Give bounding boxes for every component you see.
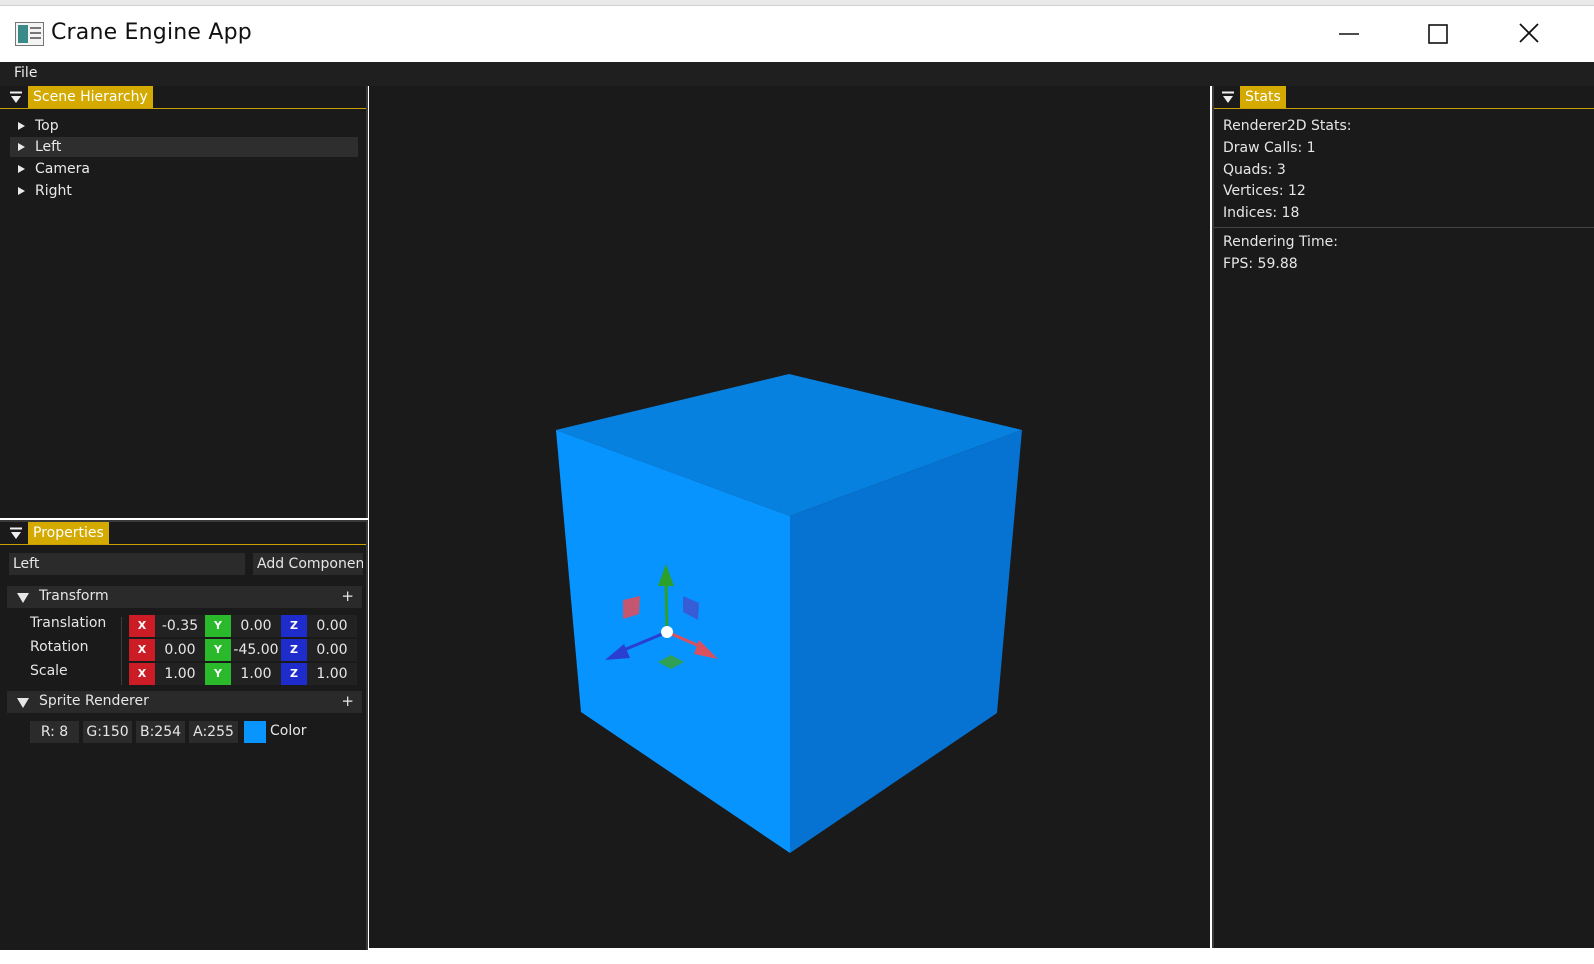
translation-y-reset[interactable]: Y [205,615,231,637]
sprite-renderer-header[interactable]: Sprite Renderer + [7,691,362,713]
rotation-label: Rotation [30,639,89,655]
scale-y-value[interactable]: 1.00 [231,663,281,685]
collapse-triangle-icon[interactable] [17,698,29,708]
properties-header: Properties [0,522,366,545]
collapse-triangle-icon[interactable] [17,593,29,603]
scale-label: Scale [30,663,68,679]
expand-arrow-icon[interactable] [18,143,25,151]
tree-item-label: Left [35,139,62,155]
column-divider [121,617,122,685]
rotation-y-value[interactable]: -45.00 [231,639,281,661]
tree-item-label: Camera [35,161,90,177]
expand-arrow-icon[interactable] [18,187,25,195]
expand-arrow-icon[interactable] [18,122,25,130]
minimize-icon [1339,33,1359,35]
scale-x-reset[interactable]: X [129,663,155,685]
scene-hierarchy-panel: Scene Hierarchy Top Left Camera Right [0,86,368,518]
scale-z-reset[interactable]: Z [281,663,307,685]
translation-x-value[interactable]: -0.35 [155,615,205,637]
rotation-y-reset[interactable]: Y [205,639,231,661]
tab-properties[interactable]: Properties [28,522,109,544]
scene-hierarchy-header: Scene Hierarchy [0,86,366,109]
title-bar: Crane Engine App [0,6,1594,62]
add-component-button[interactable]: Add Componen [253,553,363,575]
tree-item-left[interactable]: Left [10,137,358,157]
rotation-z-reset[interactable]: Z [281,639,307,661]
color-swatch[interactable] [244,721,266,743]
tree-item-camera[interactable]: Camera [10,159,358,179]
window-title: Crane Engine App [51,20,252,45]
color-a-field[interactable]: A:255 [189,721,238,743]
translation-z-value[interactable]: 0.00 [307,615,357,637]
rendering-time-label: Rendering Time: [1223,234,1338,250]
translation-label: Translation [30,615,107,631]
sprite-renderer-title: Sprite Renderer [39,693,149,709]
collapse-panel-icon[interactable] [9,91,23,105]
translation-x-reset[interactable]: X [129,615,155,637]
rotation-x-value[interactable]: 0.00 [155,639,205,661]
color-label: Color [270,723,307,739]
renderer-stats-title: Renderer2D Stats: [1223,118,1352,134]
translation-y-value[interactable]: 0.00 [231,615,281,637]
close-icon [1519,23,1539,43]
tree-item-right[interactable]: Right [10,181,358,201]
scene-viewport[interactable] [369,86,1210,948]
transform-title: Transform [39,588,109,604]
draw-calls-stat: Draw Calls: 1 [1223,140,1316,156]
scale-x-value[interactable]: 1.00 [155,663,205,685]
gizmo-y-axis[interactable] [664,581,669,633]
tree-item-label: Right [35,183,72,199]
expand-arrow-icon[interactable] [18,165,25,173]
tab-scene-hierarchy[interactable]: Scene Hierarchy [28,86,153,108]
sprite-renderer-settings-button[interactable]: + [341,692,354,710]
tree-item-label: Top [35,118,59,134]
app-window-icon [15,22,44,46]
translation-z-reset[interactable]: Z [281,615,307,637]
stats-header: Stats [1214,86,1594,109]
vertices-stat: Vertices: 12 [1223,183,1306,199]
fps-stat: FPS: 59.88 [1223,256,1298,272]
color-b-field[interactable]: B:254 [136,721,185,743]
viewport-canvas[interactable] [369,86,1210,948]
transform-settings-button[interactable]: + [341,587,354,605]
gizmo-center-handle[interactable] [661,626,673,638]
maximize-icon [1428,24,1448,44]
properties-panel: Properties Left Add Componen Transform +… [0,520,368,950]
entity-name-input[interactable]: Left [9,553,245,575]
tab-stats[interactable]: Stats [1240,86,1286,108]
maximize-button[interactable] [1415,16,1461,52]
scale-z-value[interactable]: 1.00 [307,663,357,685]
tree-item-top[interactable]: Top [10,116,358,136]
collapse-panel-icon[interactable] [9,527,23,541]
menu-file[interactable]: File [14,65,37,81]
stats-panel: Stats Renderer2D Stats: Draw Calls: 1 Qu… [1212,86,1594,948]
rotation-z-value[interactable]: 0.00 [307,639,357,661]
quads-stat: Quads: 3 [1223,162,1286,178]
close-button[interactable] [1506,16,1552,52]
rotation-x-reset[interactable]: X [129,639,155,661]
transform-header[interactable]: Transform + [7,586,362,608]
collapse-panel-icon[interactable] [1221,91,1235,105]
minimize-button[interactable] [1326,16,1372,52]
indices-stat: Indices: 18 [1223,205,1300,221]
color-r-field[interactable]: R: 8 [30,721,79,743]
menu-bar: File [0,62,1594,86]
stats-divider [1214,227,1594,228]
scale-y-reset[interactable]: Y [205,663,231,685]
color-g-field[interactable]: G:150 [83,721,132,743]
